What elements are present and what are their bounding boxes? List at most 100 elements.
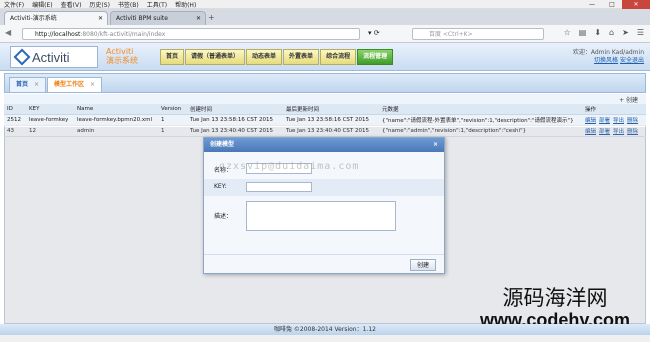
user-welcome: 欢迎：Admin Kad/admin 切换风格 安全退出 <box>573 49 644 65</box>
toolbar-icons: ☆ ▤ ⬇ ⌂ ➤ ☰ <box>564 28 644 37</box>
tab-home-label: 首页 <box>16 81 29 88</box>
table-header-row: ID KEY Name Version 创建时间 最后更新时间 元数据 操作 <box>4 104 646 115</box>
cell-updated: Tue Jan 13 23:58:16 CST 2015 <box>283 114 379 126</box>
download-icon[interactable]: ⬇ <box>594 28 601 37</box>
col-name: Name <box>74 104 158 115</box>
close-icon[interactable]: × <box>433 138 438 152</box>
close-icon[interactable]: × <box>34 81 39 88</box>
search-placeholder: 百度 <Ctrl+K> <box>429 31 473 38</box>
create-button[interactable]: 创建 <box>409 259 436 271</box>
logo-diamond-icon <box>13 48 31 66</box>
maximize-icon[interactable]: □ <box>602 0 622 9</box>
app-title-line1: Activiti <box>106 47 134 56</box>
search-input[interactable]: 百度 <Ctrl+K> <box>412 28 544 40</box>
description-label: 描述： <box>214 213 233 220</box>
tab-label: Activiti BPM suite <box>116 15 168 22</box>
back-icon[interactable]: ◀ <box>5 28 11 37</box>
tab-label: Activiti-演示系统 <box>10 15 57 22</box>
col-key: KEY <box>26 104 74 115</box>
cell-version: 1 <box>158 114 187 126</box>
url-host: http://localhost <box>35 31 81 38</box>
url-bar[interactable]: http://localhost:8080/kft-activiti/main/… <box>22 28 360 40</box>
menu-edit[interactable]: 编辑(E) <box>28 0 56 9</box>
close-tab-icon[interactable]: ✕ <box>98 12 103 25</box>
create-model-dialog: 创建模型 × 名称： KEY: 描述： 创建 <box>203 137 445 274</box>
key-field[interactable] <box>246 182 312 192</box>
description-row: 描述： <box>204 201 444 237</box>
minimize-icon[interactable]: — <box>582 0 602 9</box>
delete-link[interactable]: 删除 <box>627 118 638 124</box>
cell-id: 2512 <box>4 114 26 126</box>
nav-home[interactable]: 首页 <box>160 49 185 65</box>
grid-toolbar: + 创建 <box>4 94 646 104</box>
col-created: 创建时间 <box>187 104 283 115</box>
home-icon[interactable]: ⌂ <box>609 28 614 37</box>
share-icon[interactable]: ➤ <box>622 28 629 37</box>
url-path: :8080/kft-activiti/main/index <box>80 31 166 38</box>
create-model-button[interactable]: + 创建 <box>619 95 638 104</box>
menu-tools[interactable]: 工具(T) <box>143 0 171 9</box>
nav-process-management[interactable]: 流程管理 <box>357 49 394 65</box>
new-tab-icon[interactable]: + <box>208 13 215 22</box>
activiti-logo: Activiti <box>10 46 98 68</box>
cell-key: leave-formkey <box>26 114 74 126</box>
col-actions: 操作 <box>582 104 646 115</box>
switch-style-link[interactable]: 切换风格 <box>594 57 618 64</box>
browser-tab-bpm-suite[interactable]: Activiti BPM suite ✕ <box>110 11 206 25</box>
app-header: Activiti Activiti 演示系统 首页 请假（普通表单） 动态表单 … <box>0 43 650 71</box>
description-field[interactable] <box>246 201 396 231</box>
dialog-title: 创建模型 <box>210 141 235 148</box>
menu-view[interactable]: 查看(V) <box>57 0 86 9</box>
table-row[interactable]: 2512 leave-formkey leave-formkey.bpmn20.… <box>4 114 646 126</box>
cell-actions: 编辑 部署 导出 删除 <box>582 114 646 126</box>
dialog-titlebar: 创建模型 × <box>204 138 444 152</box>
tab-model-workspace[interactable]: 模型工作区 × <box>47 77 103 92</box>
watermark-text: gzxsvip@duidaima.com <box>219 161 360 172</box>
app-title: Activiti 演示系统 <box>106 47 138 65</box>
nav-dynamic-form[interactable]: 动态表单 <box>246 49 283 65</box>
star-icon[interactable]: ☆ <box>564 28 571 37</box>
col-metadata: 元数据 <box>379 104 582 115</box>
logout-link[interactable]: 安全退出 <box>620 57 644 64</box>
browser-tab-activiti-demo[interactable]: Activiti-演示系统 ✕ <box>4 11 108 25</box>
brand-cn: 源码海洋网 <box>502 286 608 310</box>
browser-statusbar <box>0 335 650 342</box>
app-footer: 咖啡兔 ©2008-2014 Version：1.12 <box>0 324 650 335</box>
url-actions-icons[interactable]: ▾ ⟳ <box>368 29 380 37</box>
close-tab-icon[interactable]: ✕ <box>196 12 201 25</box>
export-link[interactable]: 导出 <box>613 118 624 124</box>
col-version: Version <box>158 104 187 115</box>
cell-metadata: {"name":"请假流程-外置表单","revision":1,"descri… <box>379 114 582 126</box>
close-icon[interactable]: × <box>90 81 95 88</box>
app-title-line2: 演示系统 <box>106 56 138 65</box>
logo-text: Activiti <box>32 49 70 65</box>
menu-bookmarks[interactable]: 书签(B) <box>114 0 143 9</box>
nav-external-form[interactable]: 外置表单 <box>283 49 320 65</box>
bookmark-icon[interactable]: ▤ <box>579 28 587 37</box>
menu-file[interactable]: 文件(F) <box>0 0 28 9</box>
cell-created: Tue Jan 13 23:58:16 CST 2015 <box>187 114 283 126</box>
menu-help[interactable]: 帮助(H) <box>171 0 200 9</box>
nav-integrated-process[interactable]: 综合流程 <box>320 49 357 65</box>
deploy-link[interactable]: 部署 <box>599 118 610 124</box>
content-tabs: 首页 × 模型工作区 × <box>4 73 646 93</box>
browser-tabbar: Activiti-演示系统 ✕ Activiti BPM suite ✕ + <box>0 9 650 25</box>
menu-history[interactable]: 历史(S) <box>85 0 114 9</box>
edit-link[interactable]: 编辑 <box>585 118 596 124</box>
window-controls: — □ ✕ <box>582 0 650 9</box>
nav-leave-normal-form[interactable]: 请假（普通表单） <box>185 49 246 65</box>
main-nav: 首页 请假（普通表单） 动态表单 外置表单 综合流程 流程管理 <box>160 49 394 65</box>
welcome-text: 欢迎：Admin Kad/admin <box>572 49 644 56</box>
browser-navbar: ◀ http://localhost:8080/kft-activiti/mai… <box>0 25 650 43</box>
tab-home[interactable]: 首页 × <box>9 77 47 92</box>
browser-menubar: 文件(F) 编辑(E) 查看(V) 历史(S) 书签(B) 工具(T) 帮助(H… <box>0 0 650 9</box>
dialog-footer: 创建 <box>204 254 444 274</box>
col-id: ID <box>4 104 26 115</box>
close-window-icon[interactable]: ✕ <box>622 0 650 9</box>
key-row: KEY: <box>204 179 444 196</box>
cell-name: leave-formkey.bpmn20.xml <box>74 114 158 126</box>
key-label: KEY: <box>214 183 227 190</box>
tab-model-label: 模型工作区 <box>54 81 85 88</box>
menu-icon[interactable]: ☰ <box>637 28 644 37</box>
col-updated: 最后更新时间 <box>283 104 379 115</box>
